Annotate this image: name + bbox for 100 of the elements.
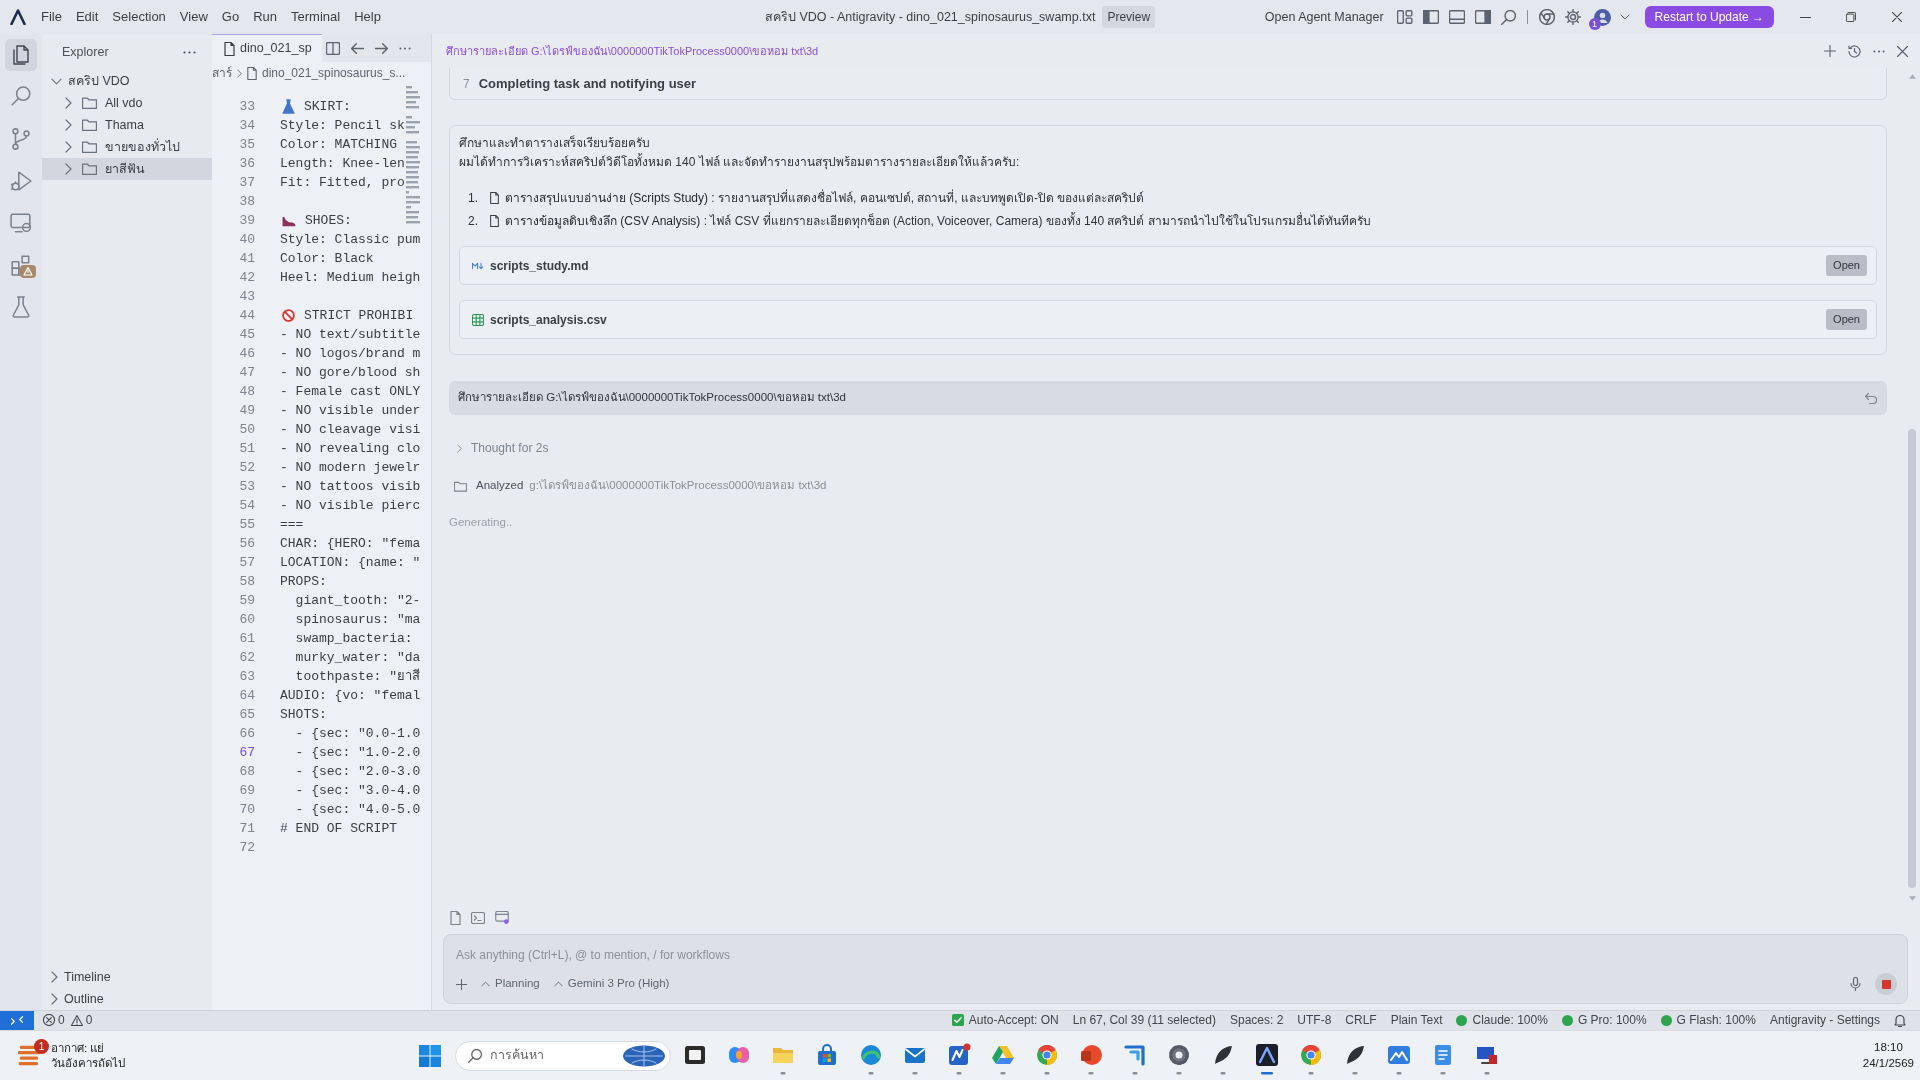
- more-icon[interactable]: [1873, 49, 1885, 53]
- menu-item[interactable]: Run: [246, 0, 284, 34]
- play-bug-icon[interactable]: [10, 170, 32, 192]
- more-icon[interactable]: [398, 46, 411, 50]
- status-item[interactable]: Auto-Accept: ON: [951, 1013, 1059, 1028]
- minimize-icon[interactable]: [1799, 16, 1811, 18]
- notification-badge: 1: [1588, 17, 1601, 30]
- menu-item[interactable]: Edit: [68, 0, 106, 34]
- editor-tab[interactable]: dino_021_sp: [212, 34, 322, 62]
- undo-icon[interactable]: [1865, 392, 1877, 404]
- sidebar-right-icon[interactable]: [1474, 9, 1491, 25]
- triangle-icon[interactable]: [991, 1043, 1015, 1075]
- close-icon[interactable]: [1892, 12, 1902, 22]
- file-name[interactable]: scripts_study.md: [490, 256, 589, 275]
- files-icon[interactable]: [5, 39, 37, 71]
- settings-icon[interactable]: [1564, 9, 1581, 25]
- remote-button[interactable]: [0, 1011, 34, 1030]
- four-squares-icon[interactable]: [419, 1044, 441, 1067]
- menu-item[interactable]: Help: [347, 0, 388, 34]
- branch-icon[interactable]: [10, 128, 32, 150]
- split-editor-icon[interactable]: [325, 41, 340, 55]
- menu-item[interactable]: Terminal: [284, 0, 348, 34]
- problems-button[interactable]: 0 0: [43, 1013, 93, 1028]
- line-number: 36: [238, 154, 256, 173]
- folder-item[interactable]: ยาสีฟัน: [42, 158, 212, 180]
- blocks-icon[interactable]: [10, 254, 32, 276]
- status-item[interactable]: G Pro: 100%: [1561, 1013, 1647, 1028]
- gear-icon[interactable]: [1167, 1043, 1191, 1075]
- file-link[interactable]: ตารางข้อมูลดิบเชิงลึก (CSV Analysis): [505, 214, 701, 228]
- mountain-icon[interactable]: [1387, 1043, 1411, 1075]
- folder-item[interactable]: All vdo: [42, 92, 212, 114]
- plus-icon[interactable]: [1824, 45, 1836, 57]
- update-button[interactable]: Restart to Update →: [1644, 5, 1774, 29]
- status-item[interactable]: Antigravity - Settings: [1769, 1013, 1880, 1028]
- menu-item[interactable]: File: [34, 0, 69, 34]
- code-line: toothpaste: "ยาสี: [294, 667, 421, 686]
- folder-item[interactable]: Thama: [42, 114, 212, 136]
- search-field[interactable]: การค้นหา: [455, 1040, 671, 1071]
- search-icon[interactable]: [10, 86, 32, 108]
- code-line: murky_water: "da: [294, 648, 421, 667]
- code-line: - {sec: "4.0-5.0: [294, 800, 421, 819]
- more-icon[interactable]: [183, 50, 196, 54]
- section-header[interactable]: Outline: [42, 988, 212, 1010]
- agent-manager-link[interactable]: Open Agent Manager: [1264, 9, 1384, 25]
- color-wheel-icon[interactable]: [1299, 1043, 1323, 1075]
- window-icon[interactable]: [683, 1043, 707, 1067]
- peak-tile-icon[interactable]: [1255, 1043, 1279, 1075]
- model-button[interactable]: Gemini 3 Pro (High): [553, 977, 670, 991]
- breadcrumb-item[interactable]: สาร์: [212, 64, 232, 82]
- monitor-icon[interactable]: [10, 212, 32, 234]
- chevron-down-icon[interactable]: [1619, 14, 1630, 20]
- bell-icon[interactable]: [1894, 1014, 1906, 1027]
- microphone-icon[interactable]: [1850, 977, 1861, 991]
- search-icon[interactable]: [1500, 9, 1516, 25]
- code-line: - {sec: "2.0-3.0: [294, 762, 421, 781]
- arrow-right-icon[interactable]: [374, 42, 388, 54]
- menu-item[interactable]: Go: [214, 0, 247, 34]
- open-button[interactable]: Open: [1826, 308, 1867, 331]
- scrollbar-thumb[interactable]: [1908, 429, 1916, 888]
- chat-input[interactable]: Ask anything (Ctrl+L), @ to mention, / for workflows: [456, 944, 1897, 966]
- stop-button[interactable]: [1875, 973, 1897, 995]
- folder-item[interactable]: ขายของทั่วไป: [42, 136, 212, 158]
- status-item[interactable]: CRLF: [1345, 1013, 1377, 1028]
- wheel-icon[interactable]: [1538, 9, 1555, 25]
- file-link[interactable]: ตารางสรุปแบบอ่านง่าย (Scripts Study): [505, 191, 709, 205]
- status-item[interactable]: Claude: 100%: [1456, 1013, 1548, 1028]
- sidebar-left-icon[interactable]: [1422, 9, 1439, 25]
- chat-composer[interactable]: Ask anything (Ctrl+L), @ to mention, / for workflows Planning Gemini 3 Pro (High): [443, 934, 1908, 1004]
- browser-icon[interactable]: [495, 911, 510, 924]
- close-icon[interactable]: [1897, 45, 1908, 57]
- preview-badge: Preview: [1102, 6, 1156, 28]
- status-item[interactable]: G Flash: 100%: [1660, 1013, 1756, 1028]
- restore-icon[interactable]: [1846, 12, 1856, 22]
- disc-tile-icon[interactable]: [1079, 1043, 1103, 1075]
- open-button[interactable]: Open: [1826, 254, 1867, 277]
- file-name[interactable]: scripts_analysis.csv: [490, 310, 607, 329]
- status-item[interactable]: Plain Text: [1390, 1013, 1443, 1028]
- menu-item[interactable]: View: [172, 0, 215, 34]
- folder-item[interactable]: สคริป VDO: [42, 70, 212, 92]
- color-wheel-icon[interactable]: [1035, 1043, 1059, 1075]
- status-item[interactable]: UTF-8: [1297, 1013, 1332, 1028]
- bag-icon[interactable]: [815, 1043, 839, 1067]
- zigzag-tile-icon[interactable]: [947, 1043, 971, 1075]
- wave-circle-icon[interactable]: [859, 1043, 883, 1075]
- mode-button[interactable]: Planning: [481, 977, 540, 991]
- bracket-icon[interactable]: [1123, 1043, 1147, 1075]
- arrow-left-icon[interactable]: [350, 42, 364, 54]
- history-icon[interactable]: [1848, 44, 1861, 58]
- code-line: - NO logos/brand m: [280, 344, 421, 363]
- terminal-icon[interactable]: [471, 911, 485, 924]
- breadcrumb-item[interactable]: dino_021_spinosaurus_s...: [262, 64, 406, 82]
- status-item[interactable]: Ln 67, Col 39 (11 selected): [1072, 1013, 1216, 1028]
- layout-icon[interactable]: [1396, 9, 1413, 25]
- file-icon[interactable]: [450, 910, 461, 925]
- flask-icon[interactable]: [10, 296, 32, 318]
- panel-bottom-icon[interactable]: [1448, 9, 1465, 25]
- plus-icon[interactable]: [456, 978, 467, 990]
- menu-item[interactable]: Selection: [105, 0, 173, 34]
- section-header[interactable]: Timeline: [42, 966, 212, 988]
- status-item[interactable]: Spaces: 2: [1229, 1013, 1284, 1028]
